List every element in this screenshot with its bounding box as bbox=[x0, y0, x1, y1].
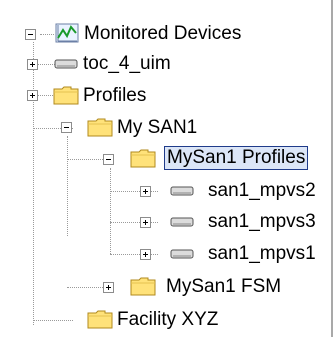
monitor-chart-icon bbox=[55, 23, 79, 43]
expand-toggle[interactable] bbox=[27, 59, 38, 70]
tree-connector bbox=[67, 287, 107, 288]
tree-connector bbox=[67, 136, 68, 236]
tree-node-label: san1_mpvs3 bbox=[208, 211, 316, 232]
tree-node[interactable]: san1_mpvs1 bbox=[205, 242, 319, 266]
expand-toggle[interactable] bbox=[140, 217, 151, 228]
tree-node-label: My SAN1 bbox=[117, 117, 198, 138]
tree-node-label: toc_4_uim bbox=[83, 53, 171, 74]
tree-node-label: MySan1 FSM bbox=[166, 276, 282, 297]
device-icon bbox=[54, 59, 78, 69]
folder-icon bbox=[87, 118, 113, 137]
tree-node[interactable]: Facility XYZ bbox=[114, 308, 221, 332]
tree-node[interactable]: MySan1 FSM bbox=[163, 275, 284, 299]
expand-toggle[interactable] bbox=[140, 249, 151, 260]
tree-node[interactable]: san1_mpvs3 bbox=[205, 210, 319, 234]
tree-connector bbox=[110, 168, 111, 254]
tree-node-selected[interactable]: MySan1 Profiles bbox=[164, 146, 309, 170]
tree-node-label: Facility XYZ bbox=[117, 309, 219, 330]
device-tree: Monitored Devices toc_4_uim Profiles My … bbox=[0, 0, 333, 337]
folder-icon bbox=[130, 277, 156, 296]
tree-connector bbox=[67, 159, 107, 160]
device-icon bbox=[170, 217, 194, 227]
tree-node-label: MySan1 Profiles bbox=[164, 146, 309, 170]
tree-node-label: san1_mpvs1 bbox=[208, 243, 316, 264]
device-icon bbox=[170, 186, 194, 196]
collapse-toggle[interactable] bbox=[103, 154, 114, 165]
tree-node-label: Profiles bbox=[83, 85, 147, 106]
tree-node-label: Monitored Devices bbox=[84, 23, 242, 44]
tree-node-root[interactable]: Monitored Devices bbox=[81, 22, 244, 46]
tree-connector bbox=[33, 320, 73, 321]
collapse-toggle[interactable] bbox=[25, 29, 36, 40]
folder-icon bbox=[87, 310, 113, 329]
tree-node[interactable]: san1_mpvs2 bbox=[205, 179, 319, 203]
tree-connector bbox=[33, 42, 34, 325]
folder-icon bbox=[130, 149, 156, 168]
tree-node[interactable]: My SAN1 bbox=[114, 116, 200, 140]
expand-toggle[interactable] bbox=[27, 90, 38, 101]
expand-toggle[interactable] bbox=[140, 186, 151, 197]
folder-icon bbox=[53, 86, 79, 105]
tree-node-label: san1_mpvs2 bbox=[208, 180, 316, 201]
expand-toggle[interactable] bbox=[103, 282, 114, 293]
tree-node[interactable]: Profiles bbox=[80, 84, 149, 108]
tree-connector bbox=[40, 34, 54, 35]
device-icon bbox=[170, 249, 194, 259]
collapse-toggle[interactable] bbox=[61, 122, 72, 133]
tree-node[interactable]: toc_4_uim bbox=[80, 52, 174, 76]
